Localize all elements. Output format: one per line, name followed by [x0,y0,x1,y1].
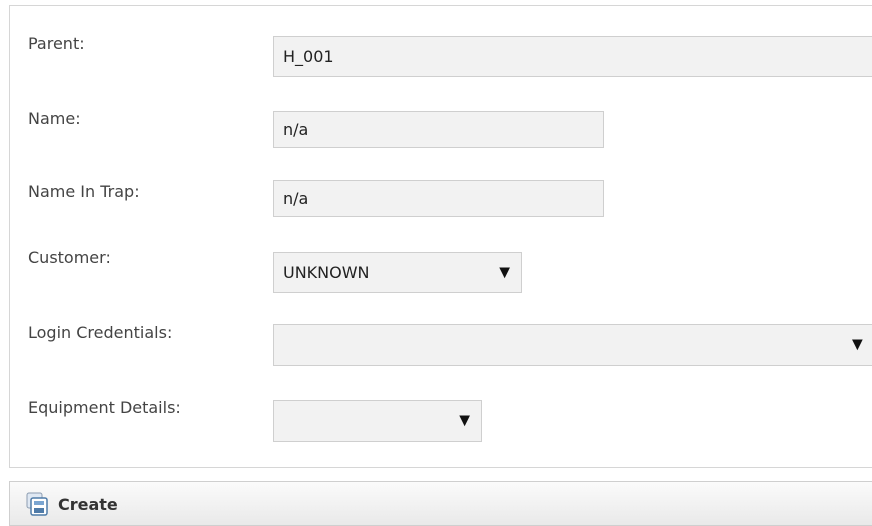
save-disk-icon [26,492,48,516]
parent-label: Parent: [28,34,85,53]
chevron-down-icon: ▼ [499,264,510,281]
name-in-trap-label: Name In Trap: [28,182,140,201]
equipment-details-label: Equipment Details: [28,398,181,417]
chevron-down-icon: ▼ [459,412,470,429]
bottom-toolbar: Create [9,481,872,526]
equipment-details-select[interactable]: ▼ [273,400,482,442]
create-button[interactable]: Create [26,490,118,518]
form-panel: Parent: H_001 Name: n/a Name In Trap: n/… [9,5,872,468]
login-credentials-label: Login Credentials: [28,323,173,342]
parent-input[interactable]: H_001 [273,36,872,77]
customer-selected-value: UNKNOWN [283,263,370,282]
name-input[interactable]: n/a [273,111,604,148]
create-button-label: Create [58,494,118,514]
login-credentials-select[interactable]: ▼ [273,324,872,366]
customer-label: Customer: [28,248,111,267]
chevron-down-icon: ▼ [852,336,863,353]
name-in-trap-input[interactable]: n/a [273,180,604,217]
name-label: Name: [28,109,81,128]
customer-select[interactable]: UNKNOWN ▼ [273,252,522,293]
